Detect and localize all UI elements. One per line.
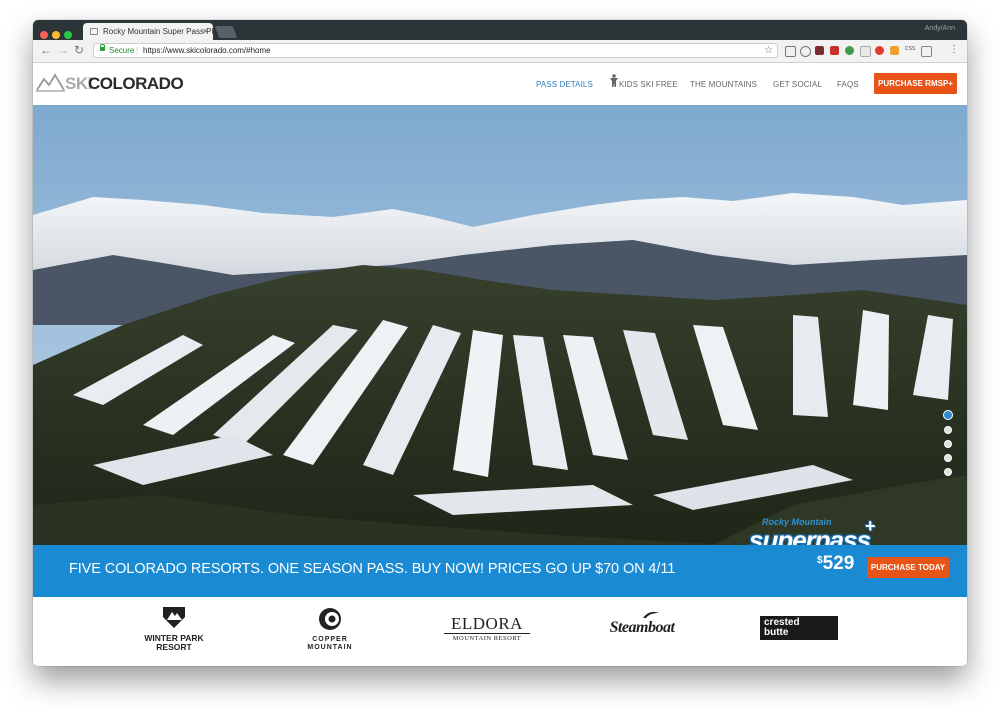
eldora-name: ELDORA (451, 614, 523, 633)
url-separator: | (136, 46, 139, 55)
minimize-window-button[interactable] (52, 31, 60, 39)
winter-park-logo[interactable]: WINTER PARK RESORT (141, 605, 207, 652)
slide-dot-5[interactable] (944, 468, 952, 476)
nav-get-social[interactable]: GET SOCIAL (773, 80, 822, 89)
price-currency: $ (817, 555, 823, 566)
superpass-plus-icon: + (865, 516, 876, 536)
extension-icon-10[interactable] (921, 46, 932, 57)
camera-extension-icon[interactable] (785, 46, 796, 57)
tab-strip: Rocky Mountain Super Pass Pl × Andy/Ann (33, 20, 967, 40)
info-extension-icon[interactable] (800, 46, 811, 57)
crested-butte-subtitle: COLORADO (810, 633, 828, 637)
crested-butte-logo[interactable]: crested butte COLORADO (760, 616, 838, 640)
copper-mountain-name: COPPER MOUNTAIN (307, 636, 353, 651)
kid-icon (610, 74, 618, 87)
slide-dot-4[interactable] (944, 454, 952, 462)
promo-banner: FIVE COLORADO RESORTS. ONE SEASON PASS. … (33, 545, 967, 597)
tab-close-icon[interactable]: × (203, 26, 208, 36)
nav-the-mountains[interactable]: THE MOUNTAINS (690, 80, 757, 89)
nav-faqs[interactable]: FAQS (837, 80, 859, 89)
slide-pagination (943, 410, 953, 482)
reload-icon[interactable]: ↻ (74, 44, 84, 56)
lock-icon (100, 44, 105, 51)
copper-mountain-logo[interactable]: COPPER MOUNTAIN (303, 607, 357, 652)
address-bar[interactable]: Secure | https://www.skicolorado.com/#ho… (93, 43, 778, 58)
url-text[interactable]: https://www.skicolorado.com/#home (143, 44, 271, 57)
slide-dot-2[interactable] (944, 426, 952, 434)
extension-icon-7[interactable] (875, 46, 884, 55)
maximize-window-button[interactable] (64, 31, 72, 39)
profile-name[interactable]: Andy/Ann (925, 25, 955, 32)
eldora-logo[interactable]: ELDORA MOUNTAIN RESORT (444, 615, 530, 642)
purchase-rmsp-button[interactable]: PURCHASE RMSP+ (874, 73, 957, 94)
page-favicon-icon (90, 28, 98, 35)
nav-kids-ski-free[interactable]: KIDS SKI FREE (619, 80, 678, 89)
close-window-button[interactable] (40, 31, 48, 39)
css-extension-icon[interactable]: css (905, 45, 916, 52)
nav-pass-details[interactable]: PASS DETAILS (536, 80, 593, 89)
extension-icon-6[interactable] (860, 46, 871, 57)
secure-label: Secure (109, 46, 135, 55)
slide-dot-3[interactable] (944, 440, 952, 448)
resort-logos: WINTER PARK RESORT COPPER MOUNTAIN ELDOR… (33, 597, 967, 666)
extension-icon-3[interactable] (815, 46, 824, 55)
extension-icon-5[interactable] (845, 46, 854, 55)
site-header: SKI COLORADO PASS DETAILS KIDS SKI FREE … (33, 63, 967, 105)
eldora-subtitle: MOUNTAIN RESORT (444, 633, 530, 642)
browser-tab[interactable]: Rocky Mountain Super Pass Pl × (83, 23, 213, 40)
purchase-today-button[interactable]: PURCHASE TODAY (867, 557, 949, 578)
logo-colorado-text: COLORADO (88, 74, 184, 93)
forward-arrow-icon[interactable]: → (57, 44, 69, 56)
browser-menu-icon[interactable]: ⋮ (949, 44, 959, 55)
mountain-logo-icon (36, 73, 65, 92)
bookmark-star-icon[interactable]: ☆ (764, 44, 773, 57)
extension-icon-4[interactable] (830, 46, 839, 55)
copper-emblem-icon (319, 608, 341, 630)
browser-toolbar: ← → ↻ Secure | https://www.skicolorado.c… (33, 40, 967, 63)
pass-price: $529 (817, 553, 854, 575)
winter-park-name: WINTER PARK RESORT (144, 633, 204, 652)
steamboat-name: Steamboat (609, 619, 675, 636)
browser-window: Rocky Mountain Super Pass Pl × Andy/Ann … (33, 20, 967, 666)
mountain-photo (33, 105, 967, 545)
tab-title: Rocky Mountain Super Pass Pl (103, 27, 213, 36)
steamboat-swoosh-icon (643, 611, 659, 618)
steamboat-logo[interactable]: Steamboat (597, 611, 687, 637)
winter-park-emblem-icon (163, 607, 185, 628)
slide-dot-1[interactable] (943, 410, 953, 420)
promo-headline: FIVE COLORADO RESORTS. ONE SEASON PASS. … (69, 561, 676, 577)
price-amount: 529 (822, 553, 855, 574)
back-arrow-icon[interactable]: ← (40, 44, 52, 56)
new-tab-button[interactable] (214, 26, 238, 38)
hero-image (33, 105, 967, 545)
extension-icon-8[interactable] (890, 46, 899, 55)
